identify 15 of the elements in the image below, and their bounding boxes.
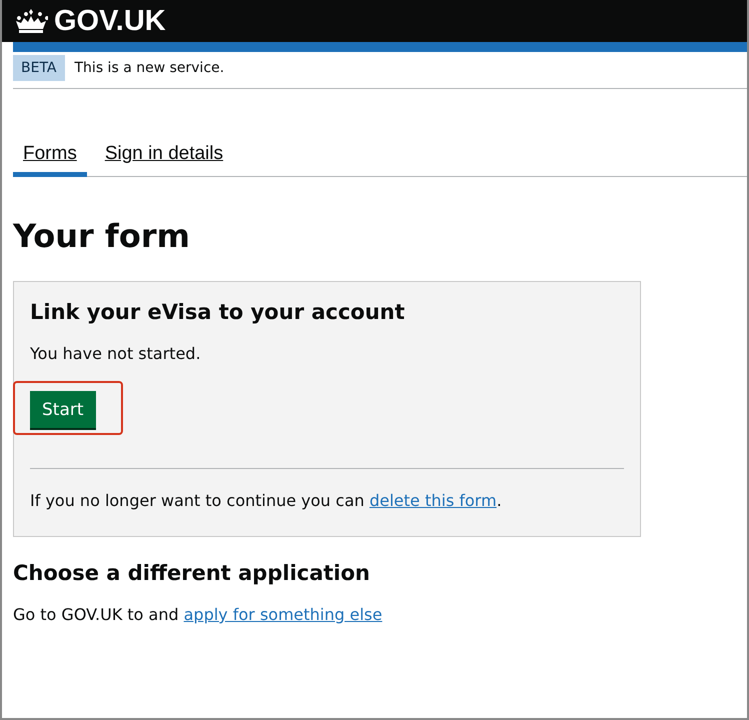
page-title: Your form bbox=[13, 217, 191, 255]
delete-link[interactable]: delete this form bbox=[369, 491, 497, 510]
section-text: Go to GOV.UK to and apply for something else bbox=[13, 605, 384, 624]
tab[interactable]: Sign in details bbox=[94, 139, 234, 177]
start-button[interactable]: Start bbox=[30, 391, 96, 428]
delete-text: If you no longer want to continue you can delete this form. bbox=[30, 491, 503, 510]
banner-text: This is a new service. bbox=[74, 60, 224, 76]
logo-text[interactable]: GOV.UK bbox=[54, 4, 166, 38]
status-text: You have not started. bbox=[30, 344, 202, 363]
card-heading: Link your eVisa to your account bbox=[30, 300, 406, 324]
apply-link[interactable]: apply for something else bbox=[184, 605, 382, 624]
crown-icon bbox=[14, 8, 48, 34]
tab[interactable]: Forms bbox=[13, 139, 87, 177]
phase-tag: BETA bbox=[13, 55, 64, 81]
section-heading: Choose a different application bbox=[13, 561, 371, 585]
